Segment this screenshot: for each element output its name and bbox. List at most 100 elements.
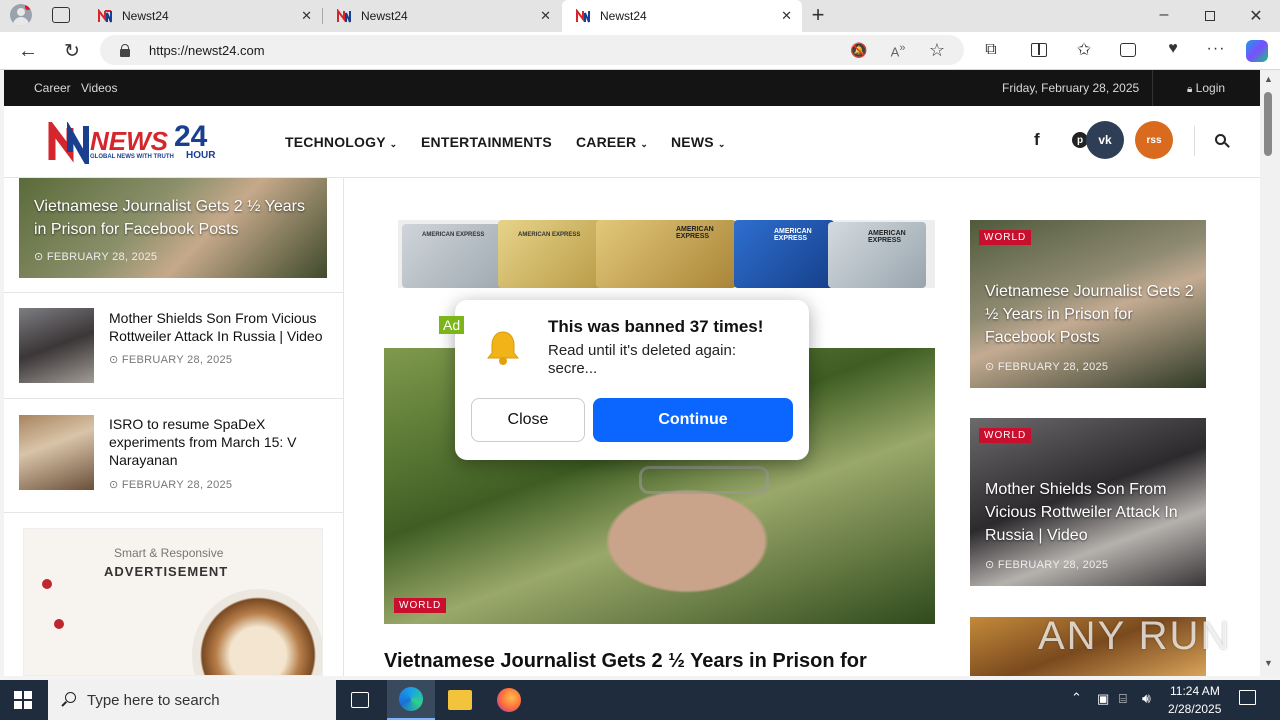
amex-card: AMERICAN EXPRESS [734, 220, 834, 288]
url-text[interactable]: https://newst24.com [149, 43, 265, 58]
browser-essentials-icon[interactable]: ♥ [1163, 40, 1183, 58]
featured-post-title[interactable]: Vietnamese Journalist Gets 2 ½ Years in … [34, 195, 319, 241]
tab-label: Newst24 [600, 9, 647, 23]
tray-device-icon[interactable]: ▣ [1097, 691, 1109, 707]
vk-icon[interactable]: vk [1086, 121, 1124, 159]
notification-center-icon[interactable] [1239, 690, 1256, 705]
post-thumbnail[interactable] [19, 415, 94, 490]
sidebar-post-date: ⊙ FEBRUARY 28, 2025 [109, 354, 233, 366]
close-button[interactable]: Close [471, 398, 585, 442]
amex-card: AMERICAN EXPRESS [402, 224, 506, 288]
topbar-link-career[interactable]: Career [34, 81, 71, 95]
window-close-icon[interactable]: ✕ [1248, 6, 1264, 26]
newst24-favicon [98, 9, 112, 23]
settings-more-icon[interactable]: ··· [1206, 40, 1226, 58]
copilot-icon[interactable] [1246, 40, 1268, 62]
clock-date[interactable]: 2/28/2025 [1168, 702, 1221, 716]
nav-entertainments[interactable]: ENTERTAINMENTS [421, 134, 552, 150]
volume-icon[interactable]: 🔊︎ [1142, 690, 1151, 707]
lock-icon: 🔒︎ [1187, 84, 1193, 95]
restore-icon[interactable] [1205, 11, 1215, 21]
favorites-icon[interactable]: ✩ [1074, 40, 1094, 60]
bell-icon [483, 328, 523, 368]
search-placeholder: Type here to search [87, 692, 220, 709]
back-icon[interactable]: ← [18, 40, 38, 63]
windows-start-icon[interactable] [14, 691, 32, 709]
login-label: Login [1195, 81, 1226, 95]
tab-1[interactable]: Newst24 ✕ [84, 0, 322, 32]
extensions-icon[interactable]: ⧉ [982, 41, 1000, 59]
separator [4, 512, 344, 513]
featured-post-card[interactable]: Vietnamese Journalist Gets 2 ½ Years in … [19, 178, 327, 278]
profile-avatar[interactable] [10, 4, 32, 26]
continue-button[interactable]: Continue [593, 398, 793, 442]
topbar-link-videos[interactable]: Videos [81, 81, 117, 95]
close-tab-icon[interactable]: ✕ [301, 8, 312, 24]
amex-card: AMERICAN EXPRESS [596, 220, 736, 288]
popup-body: Read until it's deleted again: secre... [548, 342, 736, 377]
tab-3-active[interactable]: Newst24 ✕ [562, 0, 802, 32]
banner-advertisement[interactable]: AMERICAN EXPRESS AMERICAN EXPRESS AMERIC… [398, 220, 935, 288]
favorite-star-icon[interactable]: ☆ [928, 40, 946, 61]
site-logo[interactable]: NEWS 24 HOUR GLOBAL NEWS WITH TRUTH [48, 116, 228, 166]
right-post-card[interactable]: WORLD Vietnamese Journalist Gets 2 ½ Yea… [970, 220, 1206, 388]
right-post-title[interactable]: Vietnamese Journalist Gets 2 ½ Years in … [985, 280, 1200, 349]
glasses-outline [639, 466, 769, 494]
tab-actions-icon[interactable] [52, 7, 70, 23]
close-tab-icon[interactable]: ✕ [781, 8, 792, 24]
category-tag[interactable]: WORLD [394, 598, 447, 613]
reload-icon[interactable]: ↻ [62, 40, 82, 63]
logo-word: NEWS [90, 126, 168, 156]
logo-hour: HOUR [186, 150, 216, 161]
tab-label: Newst24 [122, 9, 169, 23]
notifications-blocked-icon[interactable]: 🔕 [850, 42, 867, 59]
new-tab-icon[interactable]: + [808, 4, 828, 26]
scroll-down-arrow[interactable]: ▼ [1264, 658, 1273, 668]
ad-line-1: Smart & Responsive [114, 546, 224, 560]
main-headline[interactable]: Vietnamese Journalist Gets 2 ½ Years in … [384, 650, 867, 673]
sidebar-post-title[interactable]: ISRO to resume SpaDeX experiments from M… [109, 415, 329, 469]
right-post-card[interactable]: WORLD Mother Shields Son From Vicious Ro… [970, 418, 1206, 586]
scroll-up-arrow[interactable]: ▲ [1264, 74, 1273, 84]
separator [4, 398, 344, 399]
show-hidden-icons[interactable]: ⌃ [1071, 690, 1082, 706]
scrollbar-thumb[interactable] [1264, 92, 1272, 156]
firefox-icon[interactable] [497, 688, 521, 712]
ad-popup-dialog: This was banned 37 times! Read until it'… [455, 300, 809, 460]
page-scrollbar[interactable] [1260, 70, 1280, 676]
post-thumbnail[interactable] [19, 308, 94, 383]
cherry-decoration [42, 579, 52, 589]
sidebar-post-title[interactable]: Mother Shields Son From Vicious Rottweil… [109, 309, 329, 345]
read-aloud-icon[interactable]: A» [889, 42, 907, 59]
minimize-icon[interactable]: – [1156, 6, 1172, 24]
right-post-title[interactable]: Mother Shields Son From Vicious Rottweil… [985, 478, 1200, 547]
file-explorer-icon[interactable] [448, 690, 472, 710]
tab-2[interactable]: Newst24 ✕ [323, 0, 561, 32]
nav-career[interactable]: CAREER ⌄ [576, 134, 648, 150]
collections-icon[interactable] [1120, 43, 1136, 57]
sidebar-advertisement[interactable]: Smart & Responsive ADVERTISEMENT [23, 528, 323, 676]
taskbar-search[interactable]: Type here to search [48, 680, 336, 720]
edge-taskbar-icon[interactable] [387, 680, 435, 720]
nav-technology[interactable]: TECHNOLOGY ⌄ [285, 134, 397, 150]
login-link[interactable]: 🔒︎ Login [1187, 81, 1225, 95]
rss-icon[interactable]: rss [1135, 121, 1173, 159]
category-tag[interactable]: WORLD [979, 230, 1032, 245]
separator [4, 292, 344, 293]
amex-card: AMERICAN EXPRESS [828, 222, 926, 288]
category-tag[interactable]: WORLD [979, 428, 1032, 443]
task-view-icon[interactable] [351, 692, 369, 708]
nav-news[interactable]: NEWS ⌄ [671, 134, 726, 150]
ad-badge: Ad [439, 316, 465, 334]
clock-time[interactable]: 11:24 AM [1170, 684, 1220, 698]
coffee-cup-image [192, 589, 322, 675]
close-tab-icon[interactable]: ✕ [540, 8, 551, 24]
search-icon[interactable] [1215, 134, 1230, 148]
sidebar-post-date: ⊙ FEBRUARY 28, 2025 [109, 479, 233, 491]
tab-label: Newst24 [361, 9, 408, 23]
facebook-icon[interactable]: f [1034, 130, 1040, 150]
network-icon[interactable]: ⌸ [1119, 691, 1127, 707]
logo-tagline: GLOBAL NEWS WITH TRUTH [90, 154, 174, 160]
split-screen-icon[interactable] [1031, 43, 1047, 57]
lock-icon[interactable] [120, 44, 130, 57]
